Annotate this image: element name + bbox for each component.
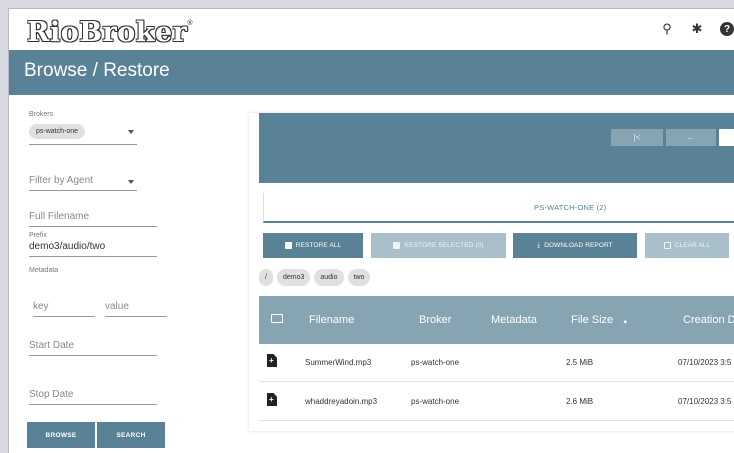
checkbox-icon [393, 242, 401, 249]
prefix-input[interactable]: demo3/audio/two [29, 241, 157, 257]
logo: RioBroker® [27, 17, 193, 48]
checkbox-outline-icon [663, 242, 671, 249]
filename-placeholder: Full Filename [29, 211, 90, 222]
help-icon[interactable]: ? [720, 22, 734, 36]
app-window: RioBroker® ⚲ ✱ ? Browse / Restore Broker… [8, 8, 734, 453]
download-report-label: DOWNLOAD REPORT [544, 242, 613, 249]
column-filename[interactable]: Filename [309, 314, 354, 326]
cell-size: 2.5 MiB [566, 358, 594, 367]
page-button[interactable] [719, 129, 734, 146]
cell-created: 07/10/2023 3:5 [678, 397, 732, 406]
page-title: Browse / Restore [24, 60, 170, 81]
clear-all-button[interactable]: CLEAR ALL [645, 233, 729, 258]
top-icons: ⚲ ✱ ? [660, 21, 734, 36]
restore-all-button[interactable]: RESTORE ALL [263, 233, 363, 258]
value-placeholder: value [105, 301, 129, 312]
start-date-placeholder: Start Date [29, 340, 75, 351]
broker-chip[interactable]: ps-watch-one [29, 124, 86, 139]
results-header: |< ← [259, 113, 734, 183]
folder-icon [271, 314, 283, 323]
file-add-icon[interactable] [267, 393, 277, 406]
cell-filename: whaddreyadoin.mp3 [305, 397, 378, 406]
registered-mark: ® [187, 20, 194, 27]
download-report-button[interactable]: ⤓ DOWNLOAD REPORT [513, 233, 637, 258]
search-button[interactable]: SEARCH [97, 422, 165, 448]
restore-selected-button[interactable]: RESTORE SELECTED (0) [371, 233, 506, 258]
prefix-value: demo3/audio/two [29, 241, 106, 252]
clear-all-label: CLEAR ALL [674, 242, 711, 249]
breadcrumb-audio[interactable]: audio [314, 269, 344, 286]
start-date-input[interactable]: Start Date [29, 340, 157, 356]
column-file-size[interactable]: File Size ▲ [571, 314, 628, 326]
column-creation-date[interactable]: Creation D [683, 314, 734, 326]
table-header: Filename Broker Metadata File Size ▲ Cre… [259, 296, 734, 344]
file-size-label: File Size [571, 314, 614, 326]
top-bar: RioBroker® ⚲ ✱ ? [9, 9, 734, 51]
sort-ascending-icon: ▲ [622, 319, 629, 325]
table-row[interactable]: whaddreyadoin.mp3 ps-watch-one 2.6 MiB 0… [259, 383, 734, 421]
brokers-label: Brokers [29, 111, 54, 118]
restore-all-label: RESTORE ALL [295, 242, 342, 249]
cell-filename: SummerWind.mp3 [305, 358, 372, 367]
prev-page-button[interactable]: ← [666, 129, 716, 146]
prefix-label: Prefix [29, 232, 47, 239]
column-broker[interactable]: Broker [419, 314, 451, 326]
results-card: |< ← PS-WATCH-ONE (2) RESTORE ALL RESTOR… [249, 113, 734, 431]
download-icon: ⤓ [537, 241, 541, 249]
stop-date-placeholder: Stop Date [29, 389, 74, 400]
logo-text: RioBroker [27, 17, 188, 48]
cell-broker: ps-watch-one [411, 358, 460, 367]
gear-icon[interactable]: ✱ [690, 21, 704, 36]
column-metadata[interactable]: Metadata [491, 314, 537, 326]
agent-filter-placeholder: Filter by Agent [29, 175, 93, 186]
agent-filter-select[interactable]: Filter by Agent [29, 175, 137, 191]
breadcrumb: / demo3 audio two [259, 269, 371, 286]
tab-ps-watch-one[interactable]: PS-WATCH-ONE (2) [534, 203, 606, 212]
metadata-value-input[interactable]: value [105, 301, 167, 317]
key-placeholder: key [33, 301, 49, 312]
filter-sidebar: Brokers ps-watch-one Filter by Agent Ful… [9, 95, 239, 453]
filename-input[interactable]: Full Filename [29, 211, 157, 227]
table-row[interactable]: SummerWind.mp3 ps-watch-one 2.5 MiB 07/1… [259, 344, 734, 382]
breadcrumb-demo3[interactable]: demo3 [276, 269, 311, 286]
chevron-down-icon [128, 180, 134, 184]
title-bar: Browse / Restore [9, 50, 734, 95]
cell-created: 07/10/2023 3:5 [678, 358, 732, 367]
browse-button[interactable]: BROWSE [27, 422, 95, 448]
metadata-label: Metadata [29, 267, 59, 274]
search-icon[interactable]: ⚲ [660, 21, 674, 36]
breadcrumb-root[interactable]: / [259, 269, 273, 286]
cell-broker: ps-watch-one [411, 397, 460, 406]
first-page-button[interactable]: |< [611, 129, 663, 146]
file-add-icon[interactable] [267, 354, 277, 367]
metadata-key-input[interactable]: key [33, 301, 95, 317]
restore-selected-label: RESTORE SELECTED (0) [404, 242, 484, 249]
broker-tabs: PS-WATCH-ONE (2) [263, 193, 734, 223]
breadcrumb-two[interactable]: two [347, 269, 371, 286]
restore-icon [284, 242, 292, 249]
stop-date-input[interactable]: Stop Date [29, 389, 157, 405]
broker-select[interactable]: ps-watch-one [29, 121, 137, 145]
chevron-down-icon [128, 130, 134, 134]
cell-size: 2.6 MiB [566, 397, 594, 406]
